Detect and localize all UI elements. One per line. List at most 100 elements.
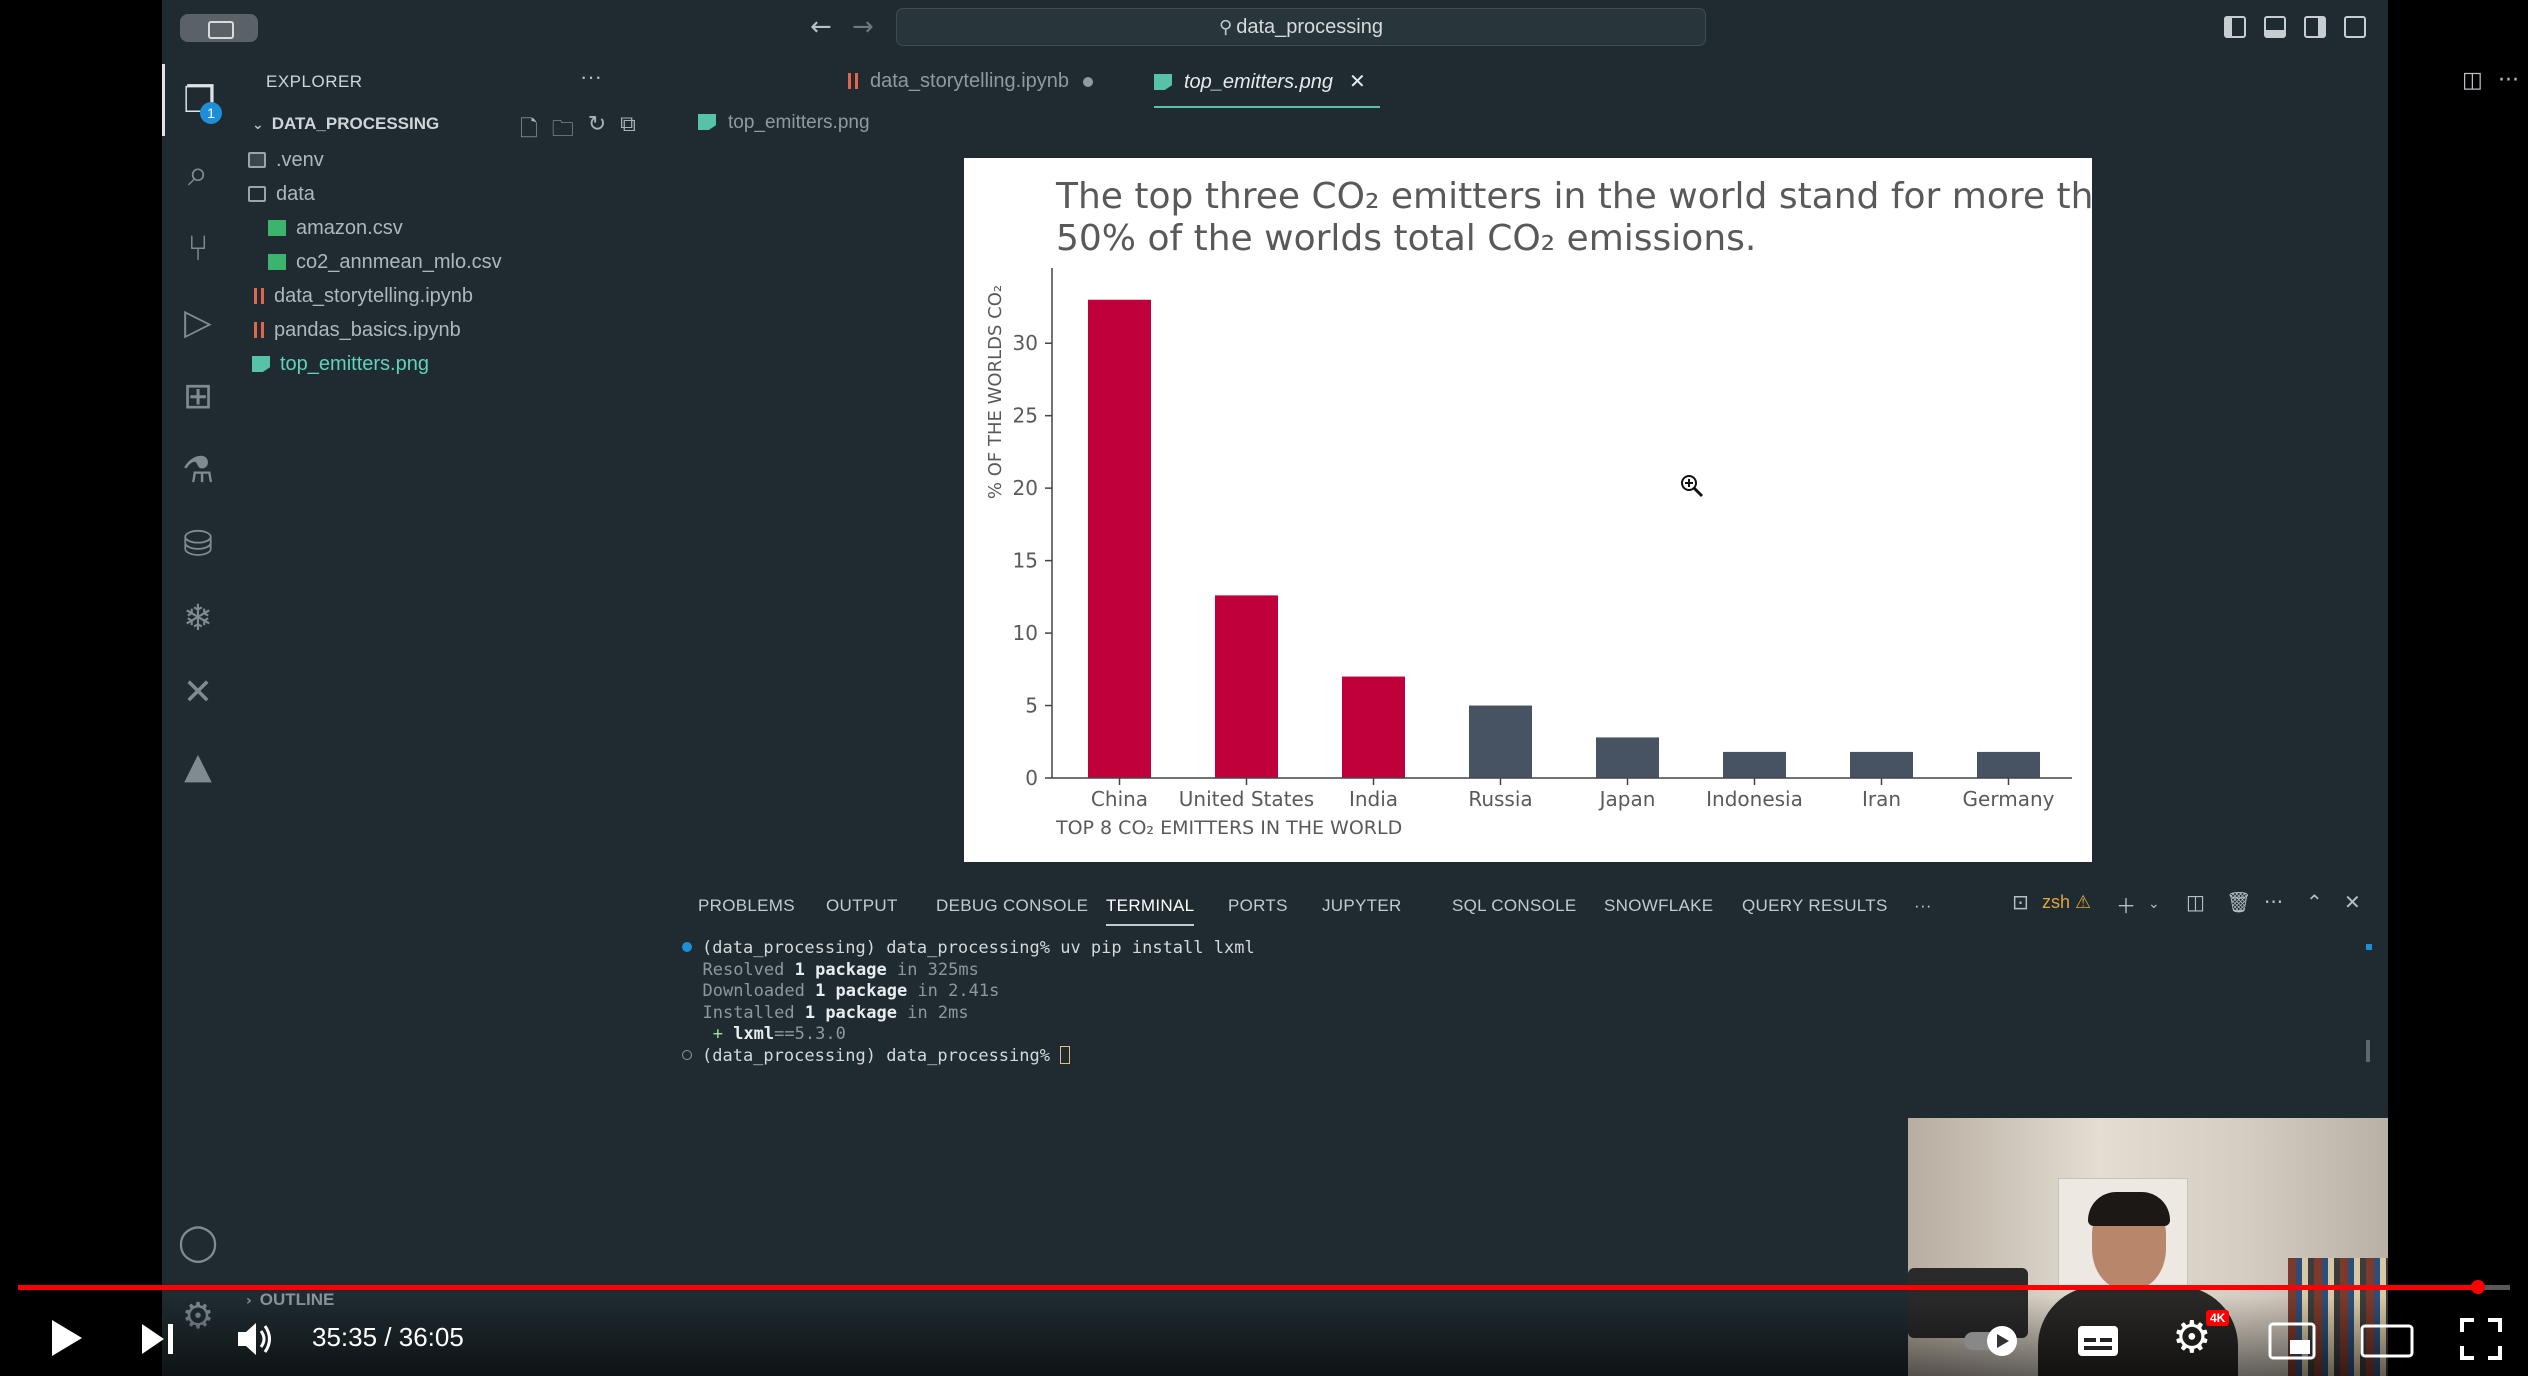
explorer-more-button[interactable]: ··· <box>580 64 602 90</box>
terminal-line: Resolved <box>702 959 795 980</box>
bar <box>1723 751 1786 778</box>
tree-item-label: data <box>276 183 315 205</box>
y-tick-label: 30 <box>1013 331 1038 355</box>
csv-file-icon <box>268 220 286 236</box>
tab-query-results[interactable]: QUERY RESULTS <box>1742 888 1888 926</box>
tab-sql-console[interactable]: SQL CONSOLE <box>1452 888 1577 926</box>
tab-snowflake[interactable]: SNOWFLAKE <box>1604 888 1713 926</box>
breadcrumb-label: top_emitters.png <box>728 112 870 133</box>
scrollbar-marker <box>2366 944 2372 950</box>
terminal-prompt: (data_processing) data_processing% <box>702 1045 1061 1066</box>
play-icon[interactable] <box>48 1318 84 1358</box>
terminal-line: 1 package <box>804 1002 897 1023</box>
notebook-file-icon <box>848 73 858 89</box>
title-bar: ← → ⚲ data_processing <box>162 0 2388 56</box>
tab-top-emitters[interactable]: top_emitters.png ✕ <box>1154 56 1380 108</box>
new-file-icon[interactable]: 🗋 <box>520 112 538 150</box>
accounts-icon[interactable]: ◯ <box>162 1206 234 1278</box>
snowflake-icon[interactable]: ❄ <box>162 582 234 654</box>
customize-layout-icon[interactable] <box>2344 16 2366 38</box>
y-tick-label: 20 <box>1013 476 1038 500</box>
new-folder-icon[interactable]: 🗀 <box>552 112 574 150</box>
command-success-dot-icon <box>682 942 692 952</box>
bar <box>1850 751 1913 778</box>
toggle-primary-sidebar-icon[interactable] <box>2224 16 2246 38</box>
autoplay-toggle-icon[interactable] <box>1962 1324 2022 1358</box>
chevron-down-icon[interactable]: ⌄ <box>2148 896 2160 912</box>
tree-item-amazon-csv[interactable]: amazon.csv <box>268 212 403 244</box>
panel-more-tabs[interactable]: ··· <box>1914 888 1932 926</box>
source-control-icon[interactable]: ⑂ <box>162 212 234 284</box>
tree-item-top-emitters[interactable]: top_emitters.png <box>252 348 429 380</box>
miniplayer-icon[interactable] <box>2268 1322 2316 1360</box>
run-debug-icon[interactable]: ▷ <box>162 286 234 358</box>
trash-icon[interactable]: 🗑 <box>2226 890 2251 914</box>
x-axis-label: TOP 8 CO₂ EMITTERS IN THE WORLD <box>1055 817 1402 839</box>
y-tick-label: 10 <box>1013 621 1038 645</box>
tab-jupyter[interactable]: JUPYTER <box>1322 888 1402 926</box>
tree-item-label: .venv <box>276 149 324 171</box>
refresh-icon[interactable]: ↻ <box>588 112 606 150</box>
editor-tabs: data_storytelling.ipynb top_emitters.png… <box>672 56 2519 108</box>
tab-output[interactable]: OUTPUT <box>826 888 898 926</box>
maximize-panel-icon[interactable]: ⌃ <box>2306 890 2323 914</box>
split-terminal-icon[interactable]: ◫ <box>2186 890 2205 914</box>
breadcrumb[interactable]: top_emitters.png <box>698 112 870 134</box>
back-arrow-icon[interactable]: ← <box>810 12 832 42</box>
theater-mode-icon[interactable] <box>2360 1324 2414 1358</box>
close-icon[interactable]: ✕ <box>1349 69 1366 93</box>
explorer-icon[interactable]: ❐ 1 <box>162 64 234 136</box>
next-video-icon[interactable] <box>140 1322 176 1356</box>
close-panel-icon[interactable]: ✕ <box>2344 890 2361 914</box>
terminal-line: lxml <box>733 1024 775 1044</box>
editor-more-icon[interactable]: ··· <box>2498 68 2519 93</box>
toggle-panel-icon[interactable] <box>2264 16 2286 38</box>
panel-more-icon[interactable]: ··· <box>2264 890 2283 914</box>
extension-x-icon[interactable]: ✕ <box>162 656 234 728</box>
window-toggle-button[interactable] <box>180 14 258 42</box>
terminal-scrollbar[interactable] <box>2366 1040 2370 1062</box>
image-file-icon <box>1154 74 1172 90</box>
extension-a-icon[interactable]: ▲ <box>162 730 234 802</box>
terminal-line: in 325ms <box>886 959 979 980</box>
bar <box>1596 737 1659 778</box>
tree-item-data[interactable]: data <box>248 178 315 210</box>
collapse-all-icon[interactable]: ⧉ <box>620 112 636 150</box>
forward-arrow-icon[interactable]: → <box>852 12 874 42</box>
tab-terminal[interactable]: TERMINAL <box>1106 888 1195 926</box>
subtitles-icon[interactable] <box>2076 1324 2120 1358</box>
y-tick-label: 25 <box>1013 404 1038 428</box>
tab-problems[interactable]: PROBLEMS <box>698 888 795 926</box>
tree-item-venv[interactable]: .venv <box>248 144 324 176</box>
tree-item-pandas-basics[interactable]: pandas_basics.ipynb <box>254 314 461 346</box>
progress-scrubber[interactable] <box>2470 1280 2485 1294</box>
tree-item-label: top_emitters.png <box>280 353 429 375</box>
shell-label: zsh <box>2042 892 2071 912</box>
tab-ports[interactable]: PORTS <box>1228 888 1288 926</box>
toggle-secondary-sidebar-icon[interactable] <box>2304 16 2326 38</box>
volume-icon[interactable] <box>236 1320 276 1358</box>
extensions-icon[interactable]: ⊞ <box>162 360 234 432</box>
explorer-sidebar: EXPLORER ··· ⌄ DATA_PROCESSING 🗋 🗀 ↻ ⧉ .v… <box>234 56 672 1376</box>
y-tick-label: 15 <box>1013 549 1038 573</box>
tree-item-data-storytelling[interactable]: data_storytelling.ipynb <box>254 280 473 312</box>
notebook-file-icon <box>254 322 264 338</box>
search-view-icon[interactable]: ⌕ <box>162 138 234 210</box>
split-editor-icon[interactable]: ◫ <box>2462 68 2483 93</box>
database-icon[interactable]: ⛁ <box>162 508 234 580</box>
tab-debug-console[interactable]: DEBUG CONSOLE <box>936 888 1088 926</box>
tree-item-co2-csv[interactable]: co2_annmean_mlo.csv <box>268 246 502 278</box>
testing-icon[interactable]: ⚗ <box>162 434 234 506</box>
fullscreen-icon[interactable] <box>2460 1318 2502 1360</box>
new-terminal-icon[interactable]: ＋ <box>2116 890 2136 919</box>
terminal-output[interactable]: (data_processing) data_processing% uv pi… <box>682 938 2322 1067</box>
search-text: data_processing <box>1236 16 1383 38</box>
x-tick-label: Indonesia <box>1706 787 1803 811</box>
tab-data-storytelling[interactable]: data_storytelling.ipynb <box>848 56 1094 108</box>
command-center-search[interactable]: ⚲ data_processing <box>896 8 1706 46</box>
folder-open-icon <box>248 186 266 202</box>
bar <box>1469 705 1532 778</box>
shell-name[interactable]: zsh ⚠ <box>2042 892 2091 913</box>
image-preview[interactable]: The top three CO₂ emitters in the world … <box>964 158 2092 862</box>
bar <box>1977 751 2040 778</box>
